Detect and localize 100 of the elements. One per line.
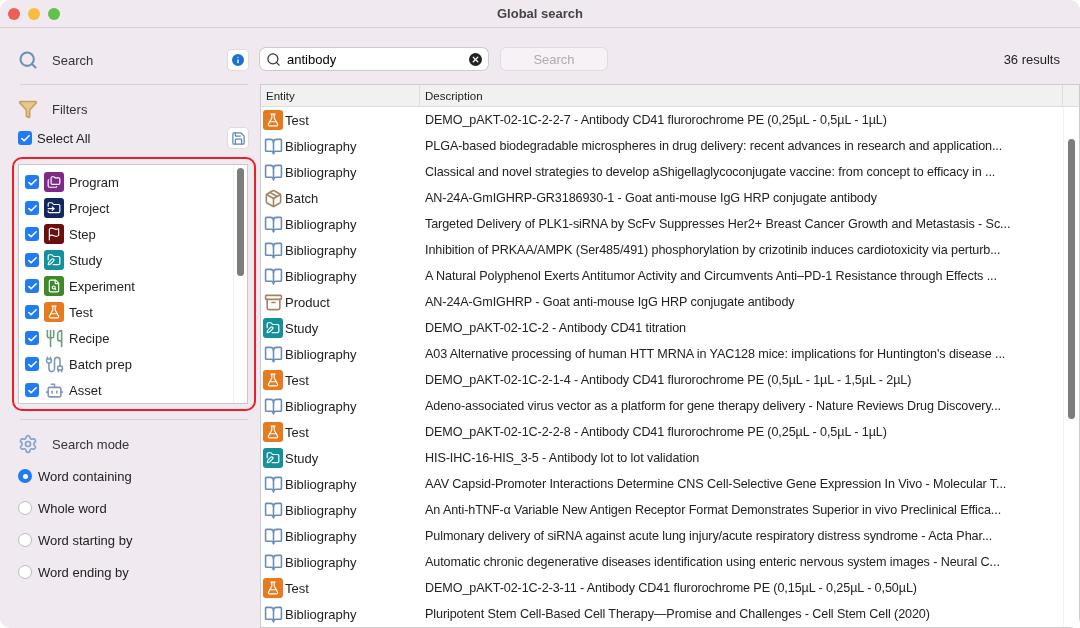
open-book-icon bbox=[263, 526, 283, 546]
flask-icon bbox=[263, 578, 283, 598]
search-field[interactable]: antibody bbox=[260, 48, 488, 70]
flask-icon bbox=[263, 422, 283, 442]
filter-label: Experiment bbox=[69, 278, 135, 294]
filter-checkbox[interactable] bbox=[25, 279, 39, 293]
filter-checkbox[interactable] bbox=[25, 227, 39, 241]
entity-cell: Study bbox=[285, 450, 319, 466]
save-button[interactable] bbox=[228, 128, 248, 148]
open-book-icon bbox=[263, 136, 283, 156]
info-button[interactable] bbox=[228, 50, 248, 70]
result-count: 36 results bbox=[1003, 51, 1060, 67]
radio-label: Word starting by bbox=[38, 532, 133, 548]
entity-cell: Bibliography bbox=[285, 606, 357, 622]
entity-cell: Bibliography bbox=[285, 268, 357, 284]
entity-cell: Bibliography bbox=[285, 398, 357, 414]
checkbox-label: Select All bbox=[37, 130, 92, 146]
entity-cell: Bibliography bbox=[285, 216, 357, 232]
clear-icon[interactable] bbox=[469, 52, 482, 66]
radio-button[interactable] bbox=[18, 501, 32, 515]
search-input[interactable]: antibody bbox=[287, 51, 463, 67]
filter-checkbox[interactable] bbox=[25, 253, 39, 267]
column-header[interactable]: Description bbox=[420, 85, 1063, 106]
entity-cell: Bibliography bbox=[285, 528, 357, 544]
column-header[interactable]: Entity bbox=[261, 85, 420, 106]
search-icon bbox=[18, 50, 38, 70]
entity-cell: Test bbox=[285, 372, 309, 388]
open-book-icon bbox=[263, 552, 283, 572]
description-cell-text: Classical and novel strategies to develop aShigellaglycoconjugate vaccine: from concept to efficacy in ... bbox=[424, 165, 997, 179]
entity-cell: Bibliography bbox=[285, 502, 357, 518]
entity-cell: Test bbox=[285, 424, 309, 440]
filter-icon bbox=[18, 99, 38, 119]
filter-label: Program bbox=[69, 174, 119, 190]
open-book-icon bbox=[263, 344, 283, 364]
description-cell-text: DEMO_pAKT-02-1C-2 - Antibody CD41 titration bbox=[424, 321, 687, 335]
radio-button[interactable] bbox=[18, 469, 32, 483]
entity-cell: Product bbox=[285, 294, 330, 310]
search-icon bbox=[266, 51, 281, 67]
archive-box-icon bbox=[263, 292, 283, 312]
description-cell-text: DEMO_pAKT-02-1C-2-2-7 - Antibody CD41 flurorochrome PE (0,25µL - 0,5µL - 1µL) bbox=[424, 113, 888, 127]
radio-label: Word containing bbox=[38, 468, 132, 484]
window-title: Global search bbox=[497, 6, 583, 21]
section-title: Filters bbox=[52, 101, 89, 117]
folders-icon bbox=[44, 172, 64, 192]
boxes-icon bbox=[263, 188, 283, 208]
description-cell-text: Targeted Delivery of PLK1-siRNA by ScFv Suppresses Her2+ Breast Cancer Growth and Metastasis - Sc... bbox=[424, 217, 1012, 231]
description-cell-text: DEMO_pAKT-02-1C-2-1-4 - Antibody CD41 flurorochrome PE (0,5µL - 1µL - 1,5µL - 2µL) bbox=[424, 373, 913, 387]
folder-pen-icon bbox=[263, 448, 283, 468]
description-cell-text: Inhibition of PRKAA/AMPK (Ser485/491) phosphorylation by crizotinib induces cardiotoxicity via perturb... bbox=[424, 243, 1002, 257]
radio-button[interactable] bbox=[18, 533, 32, 547]
description-cell-text: Pluripotent Stem Cell-Based Cell Therapy—Promise and Challenges - Cell Stem Cell (2020) bbox=[424, 607, 931, 621]
description-cell-text: PLGA-based biodegradable microspheres in drug delivery: recent advances in research and application... bbox=[424, 139, 1004, 153]
document-search-icon bbox=[44, 276, 64, 296]
filter-checkbox[interactable] bbox=[25, 357, 39, 371]
description-cell-text: A Natural Polyphenol Exerts Antitumor Activity and Circumvents Anti–PD-1 Resistance through Effects ... bbox=[424, 269, 998, 283]
select-all-checkbox[interactable] bbox=[18, 131, 32, 145]
entity-cell: Test bbox=[285, 112, 309, 128]
entity-cell: Bibliography bbox=[285, 164, 357, 180]
description-cell-text: DEMO_pAKT-02-1C-2-2-8 - Antibody CD41 flurorochrome PE (0,25µL - 0,5µL - 1µL) bbox=[424, 425, 888, 439]
entity-cell: Batch bbox=[285, 190, 319, 206]
radio-label: Word ending by bbox=[38, 564, 129, 580]
filter-label: Step bbox=[69, 226, 96, 242]
description-cell-text: AAV Capsid-Promoter Interactions Determine CNS Cell-Selective Gene Expression In Vivo - Molecular T... bbox=[424, 477, 1008, 491]
scrollbar-thumb[interactable] bbox=[1068, 139, 1075, 419]
filter-checkbox[interactable] bbox=[25, 305, 39, 319]
filter-label: Test bbox=[69, 304, 93, 320]
radio-label: Whole word bbox=[38, 500, 107, 516]
entity-cell: Bibliography bbox=[285, 138, 357, 154]
filter-checkbox[interactable] bbox=[25, 201, 39, 215]
open-book-icon bbox=[263, 240, 283, 260]
filter-label: Recipe bbox=[69, 330, 110, 346]
flask-icon bbox=[44, 302, 64, 322]
filter-label: Asset bbox=[69, 382, 102, 398]
flask-icon bbox=[263, 110, 283, 130]
scrollbar-thumb[interactable] bbox=[237, 168, 244, 276]
filter-label: Project bbox=[69, 200, 110, 216]
filter-label: Study bbox=[69, 252, 103, 268]
open-book-icon bbox=[263, 266, 283, 286]
entity-cell: Bibliography bbox=[285, 346, 357, 362]
flask-icon bbox=[263, 370, 283, 390]
folder-icon bbox=[44, 198, 64, 218]
entity-cell: Bibliography bbox=[285, 554, 357, 570]
entity-cell: Test bbox=[285, 580, 309, 596]
open-book-icon bbox=[263, 604, 283, 624]
section-title: Search mode bbox=[52, 436, 131, 452]
section-title: Search bbox=[52, 52, 95, 68]
open-book-icon bbox=[263, 162, 283, 182]
description-cell-text: Automatic chronic degenerative diseases identification using enteric nervous system images - Neural C... bbox=[424, 555, 1001, 569]
close-button[interactable] bbox=[8, 7, 20, 20]
flag-icon bbox=[44, 224, 64, 244]
description-cell-text: AN-24A-GmIGHRP-GR3186930-1 - Goat anti-mouse IgG HRP conjugate antibody bbox=[424, 191, 878, 205]
open-book-icon bbox=[263, 500, 283, 520]
filter-checkbox[interactable] bbox=[25, 383, 39, 397]
radio-button[interactable] bbox=[18, 565, 32, 579]
description-cell-text: An Anti-hTNF-α Variable New Antigen Receptor Format Demonstrates Superior in vivo Preclinical Effica... bbox=[424, 503, 1003, 517]
filter-checkbox[interactable] bbox=[25, 175, 39, 189]
entity-cell: Study bbox=[285, 320, 319, 336]
gear-icon bbox=[18, 434, 38, 454]
open-book-icon bbox=[263, 396, 283, 416]
filter-checkbox[interactable] bbox=[25, 331, 39, 345]
